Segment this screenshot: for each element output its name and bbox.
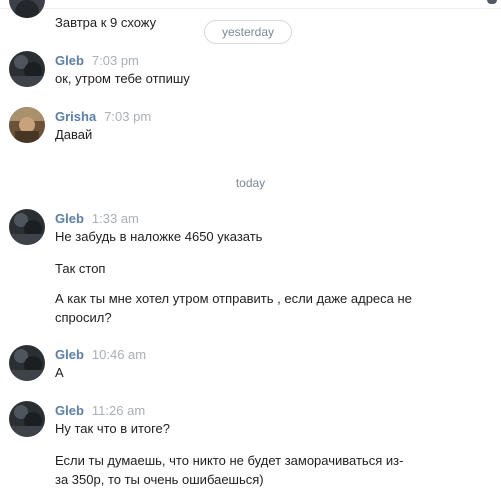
message-text: А (55, 365, 64, 380)
message-text: Так стоп (55, 261, 106, 276)
avatar[interactable] (9, 401, 45, 437)
corner-control-icon[interactable] (487, 0, 497, 4)
sender-name[interactable]: Gleb 11:26 am (55, 403, 145, 418)
message-time: 1:33 am (91, 211, 139, 226)
message-text: Не забудь в наложке 4650 указать (55, 229, 263, 244)
message-time: 11:26 am (91, 403, 146, 418)
avatar[interactable] (9, 107, 45, 143)
message-text: А как ты мне хотел утром отправить , есл… (55, 291, 412, 306)
chat-history: Завтра к 9 схожу yesterday Gleb 7:03 pm о… (0, 0, 501, 500)
sender-name[interactable]: Gleb 10:46 am (55, 347, 146, 362)
message-time: 10:46 am (91, 347, 147, 362)
message-text: Давай (55, 127, 93, 142)
message-text: за 350р, то ты очень ошибаешься) (55, 472, 264, 487)
avatar[interactable] (9, 0, 45, 18)
sender-name[interactable]: Gleb 7:03 pm (55, 53, 139, 68)
message-time: 7:03 pm (104, 109, 152, 124)
date-separator-yesterday: yesterday (204, 20, 292, 44)
message-text: Если ты думаешь, что никто не будет замо… (55, 453, 404, 468)
message-text: спросил? (55, 310, 112, 325)
avatar[interactable] (9, 51, 45, 87)
top-divider (0, 8, 501, 9)
sender-name[interactable]: Gleb 1:33 am (55, 211, 139, 226)
message-text: Завтра к 9 схожу (55, 15, 157, 30)
message-time: 7:03 pm (91, 53, 139, 68)
sender-name[interactable]: Grisha 7:03 pm (55, 109, 151, 124)
message-text: Ну так что в итоге? (55, 421, 170, 436)
avatar[interactable] (9, 345, 45, 381)
message-text: ок, утром тебе отпишу (55, 71, 190, 86)
date-separator-today: today (235, 176, 266, 190)
avatar[interactable] (9, 209, 45, 245)
